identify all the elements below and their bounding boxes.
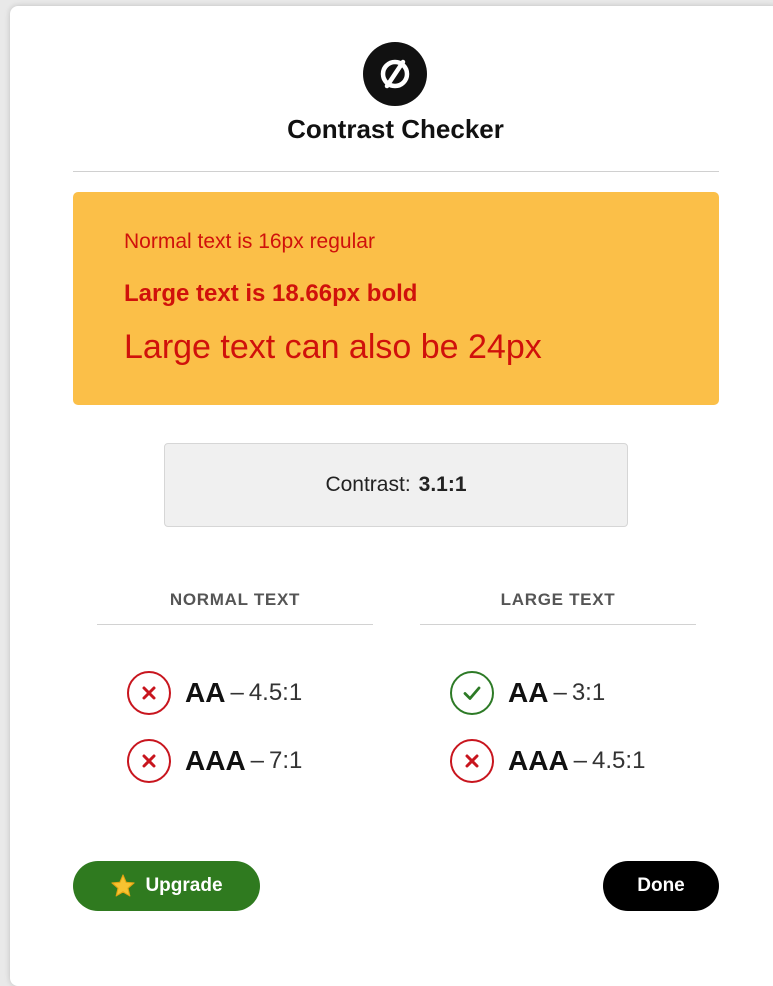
star-icon bbox=[110, 873, 136, 899]
requirement-ratio: 7:1 bbox=[269, 747, 303, 774]
logo-glyph bbox=[380, 59, 410, 89]
separator: – bbox=[553, 679, 567, 706]
upgrade-button[interactable]: Upgrade bbox=[73, 861, 260, 911]
normal-text-header: NORMAL TEXT bbox=[97, 589, 373, 625]
done-button-label: Done bbox=[637, 875, 685, 896]
large-text-header: LARGE TEXT bbox=[420, 589, 696, 625]
x-circle-icon bbox=[127, 739, 171, 783]
sample-bold-text: Large text is 18.66px bold bbox=[124, 280, 418, 307]
done-button[interactable]: Done bbox=[603, 861, 719, 911]
separator: – bbox=[250, 747, 265, 774]
normal-text-results: NORMAL TEXT AA – 4.5:1 AAA – 7:1 bbox=[97, 589, 373, 783]
requirement-ratio: 3:1 bbox=[571, 679, 606, 706]
level-label: AA bbox=[185, 677, 226, 708]
separator: – bbox=[573, 747, 588, 774]
requirement-ratio: 4.5:1 bbox=[592, 747, 646, 774]
level-label: AA bbox=[508, 677, 549, 708]
result-row-normal-aaa: AAA – 7:1 bbox=[127, 737, 302, 785]
requirement-ratio: 4.5:1 bbox=[248, 679, 303, 706]
check-circle-icon bbox=[450, 671, 494, 715]
large-text-results: LARGE TEXT AA – 3:1 AAA – 4.5:1 bbox=[420, 589, 696, 783]
upgrade-button-label: Upgrade bbox=[145, 875, 223, 896]
level-label: AAA bbox=[185, 745, 246, 776]
contrast-ratio-display: Contrast: 3.1:1 bbox=[164, 443, 628, 527]
level-label: AAA bbox=[508, 745, 569, 776]
no-entry-slash-icon bbox=[363, 42, 427, 106]
star-glyph bbox=[111, 874, 136, 897]
x-circle-icon bbox=[450, 739, 494, 783]
header-divider bbox=[73, 171, 719, 172]
contrast-checker-dialog: Contrast Checker Normal text is 16px reg… bbox=[10, 6, 773, 986]
contrast-label: Contrast: bbox=[325, 473, 411, 496]
sample-normal-text: Normal text is 16px regular bbox=[124, 230, 375, 253]
separator: – bbox=[230, 679, 244, 706]
x-circle-icon bbox=[127, 671, 171, 715]
dialog-title: Contrast Checker bbox=[287, 114, 504, 144]
contrast-ratio-value: 3.1:1 bbox=[418, 473, 467, 496]
sample-text-preview: Normal text is 16px regular Large text i… bbox=[73, 192, 719, 405]
sample-large-text: Large text can also be 24px bbox=[124, 328, 542, 366]
result-row-large-aa: AA – 3:1 bbox=[450, 669, 605, 717]
result-row-large-aaa: AAA – 4.5:1 bbox=[450, 737, 645, 785]
result-row-normal-aa: AA – 4.5:1 bbox=[127, 669, 302, 717]
